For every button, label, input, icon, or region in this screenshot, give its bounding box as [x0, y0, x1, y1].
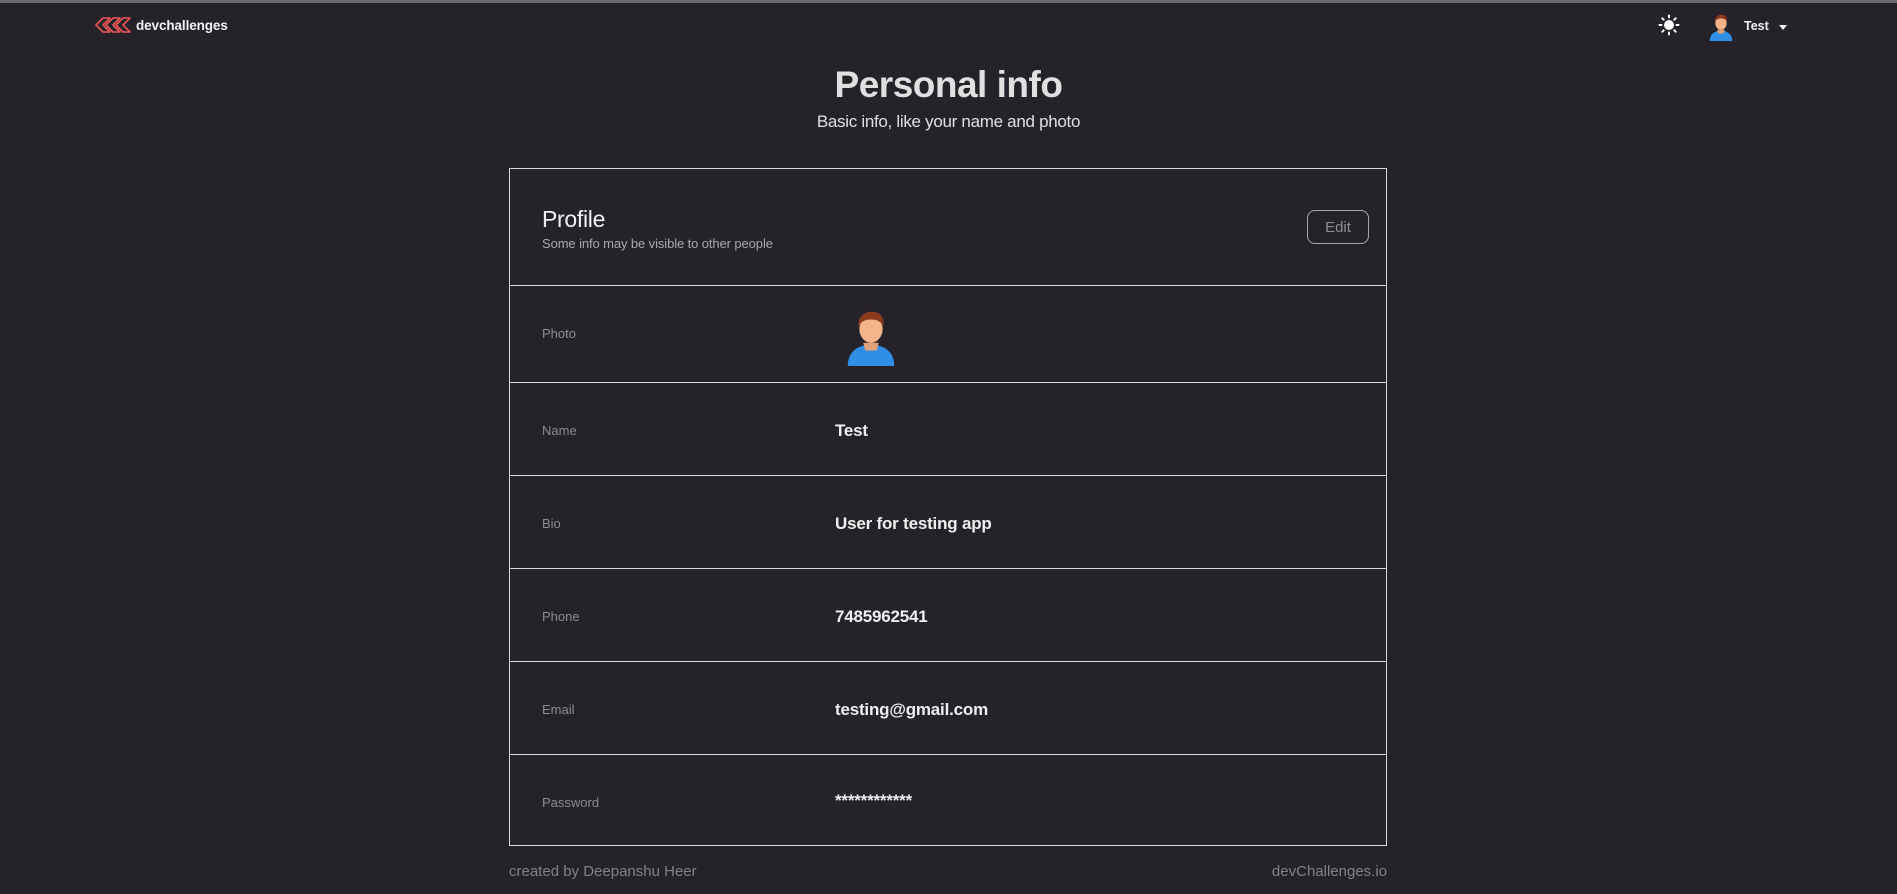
profile-description: Some info may be visible to other people [542, 236, 773, 251]
footer-credit: created by Deepanshu Heer [509, 863, 697, 880]
name-label: Name [542, 423, 577, 438]
email-label: Email [542, 702, 575, 717]
user-avatar-icon [1709, 14, 1733, 41]
phone-label: Phone [542, 609, 580, 624]
password-label: Password [542, 795, 600, 810]
bio-label: Bio [542, 516, 561, 531]
theme-toggle-button[interactable] [1658, 14, 1680, 36]
window-top-border [0, 0, 1897, 3]
phone-value: 7485962541 [835, 607, 928, 626]
profile-row-photo: Photo [510, 286, 1386, 383]
name-value: Test [835, 421, 868, 440]
password-value: ************ [835, 791, 912, 810]
footer-site-link[interactable]: devChallenges.io [1187, 863, 1387, 880]
profile-row-password: Password ************ [510, 755, 1386, 845]
profile-card-header: Profile Some info may be visible to othe… [510, 169, 1386, 286]
devchallenges-logo[interactable]: devchallenges [94, 14, 228, 36]
devchallenges-logo-icon [95, 17, 131, 33]
bio-value: User for testing app [835, 514, 992, 533]
user-name: Test [1744, 19, 1769, 33]
profile-row-name: Name Test [510, 383, 1386, 476]
page-subtitle: Basic info, like your name and photo [816, 112, 1081, 131]
profile-photo-avatar [847, 311, 895, 366]
page-title: Personal info [834, 64, 1063, 105]
profile-row-bio: Bio User for testing app [510, 476, 1386, 569]
user-menu[interactable]: Test [1706, 11, 1787, 41]
logo-text: devchallenges [136, 17, 228, 33]
sun-icon [1658, 14, 1680, 36]
edit-button[interactable]: Edit [1307, 210, 1369, 244]
photo-label: Photo [542, 326, 576, 341]
chevron-down-icon [1778, 24, 1787, 30]
profile-card: Profile Some info may be visible to othe… [509, 168, 1387, 846]
profile-row-email: Email testing@gmail.com [510, 662, 1386, 755]
email-value: testing@gmail.com [835, 700, 988, 719]
profile-row-phone: Phone 7485962541 [510, 569, 1386, 662]
profile-title: Profile [542, 206, 606, 232]
